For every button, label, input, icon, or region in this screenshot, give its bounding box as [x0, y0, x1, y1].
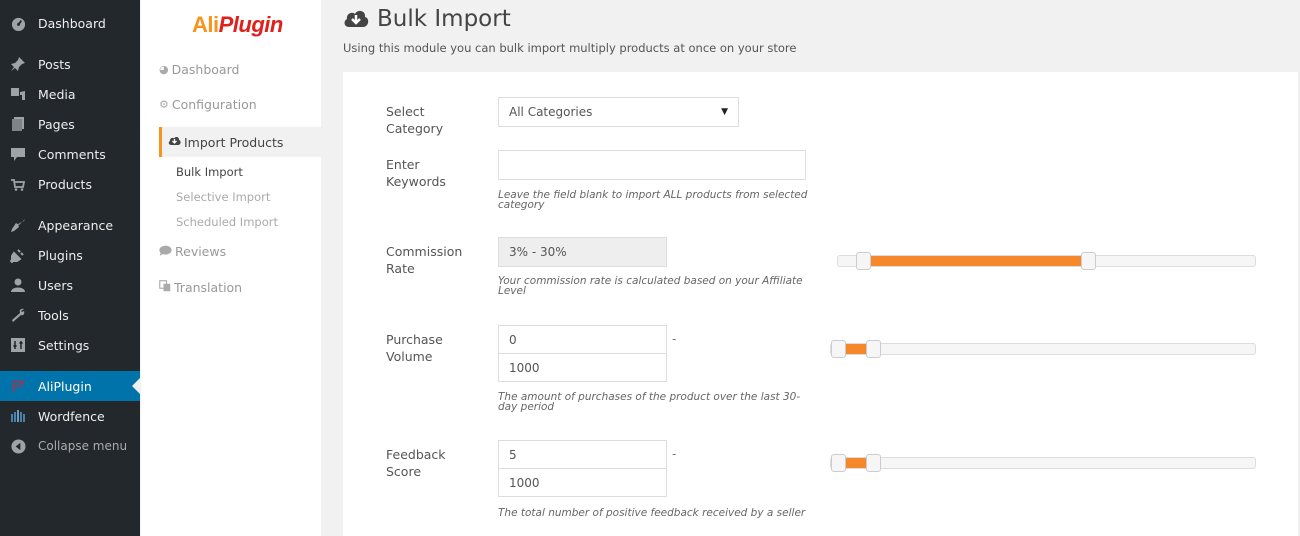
media-icon: [10, 86, 26, 102]
range-separator: -: [672, 447, 677, 461]
page-subtitle: Using this module you can bulk import mu…: [343, 41, 797, 55]
wp-menu-label: Wordfence: [38, 408, 105, 424]
slider-max-handle[interactable]: [1081, 252, 1097, 270]
wp-menu-aliplugin[interactable]: AliPlugin: [0, 371, 140, 401]
feedback-score-slider[interactable]: [830, 454, 1256, 472]
plugin-nav-configuration[interactable]: ⚙ Configuration: [159, 97, 257, 112]
wp-menu-users[interactable]: Users: [0, 270, 140, 300]
wp-menu-wordfence[interactable]: Wordfence: [0, 401, 140, 431]
plugin-nav-reviews[interactable]: Reviews: [159, 244, 226, 259]
wp-menu-media[interactable]: Media: [0, 79, 140, 109]
purchase-volume-min-input[interactable]: [498, 325, 667, 354]
purchase-volume-label: Purchase Volume: [386, 332, 443, 364]
slider-min-handle[interactable]: [831, 340, 846, 358]
cart-icon: [10, 176, 26, 192]
collapse-icon: [10, 438, 26, 454]
wp-menu-label: Plugins: [38, 247, 83, 263]
dashboard-icon: ◕: [159, 63, 169, 76]
slider-range: [863, 256, 1089, 266]
plug-icon: [10, 247, 26, 263]
wp-menu-comments[interactable]: Comments: [0, 139, 140, 169]
wp-menu-plugins[interactable]: Plugins: [0, 240, 140, 270]
wp-menu-label: Appearance: [38, 217, 114, 233]
aliplugin-logo: AliPlugin: [192, 12, 283, 37]
wp-menu-label: Settings: [38, 337, 90, 353]
wp-menu-label: Users: [38, 277, 74, 293]
translate-icon: [159, 280, 171, 295]
plugin-subnav-selective-import[interactable]: Selective Import: [176, 190, 270, 204]
pages-icon: [10, 116, 26, 132]
wp-menu-label: Products: [38, 176, 92, 192]
plugin-subnav-scheduled-import[interactable]: Scheduled Import: [176, 215, 278, 229]
plugin-nav: AliPlugin ◕ Dashboard ⚙ Configuration Im…: [141, 0, 321, 536]
commission-label: Commission Rate: [386, 244, 463, 276]
wp-collapse-menu[interactable]: Collapse menu: [0, 431, 140, 461]
slider-min-handle[interactable]: [831, 454, 846, 472]
dashboard-icon: [10, 15, 26, 31]
keywords-label: Enter Keywords: [386, 157, 446, 189]
category-select[interactable]: All Categories ▼: [498, 97, 739, 127]
wp-menu-label: Comments: [38, 146, 106, 162]
cloud-download-icon: [343, 8, 369, 30]
wp-menu-label: Dashboard: [38, 15, 106, 31]
feedback-score-help: The total number of positive feedback re…: [498, 507, 806, 519]
plugin-nav-dashboard[interactable]: ◕ Dashboard: [159, 62, 239, 77]
gear-icon: ⚙: [159, 98, 169, 111]
comment-icon: [10, 146, 26, 162]
wp-admin-sidebar: Dashboard Posts Media Pages Comments Pro…: [0, 0, 140, 536]
purchase-volume-help: The amount of purchases of the product o…: [498, 391, 801, 413]
wordfence-icon: [10, 408, 26, 424]
wp-menu-settings[interactable]: Settings: [0, 330, 140, 360]
slider-min-handle[interactable]: [856, 252, 872, 270]
feedback-score-label: Feedback Score: [386, 447, 446, 479]
wp-menu-label: Pages: [38, 116, 75, 132]
feedback-score-max-input[interactable]: [498, 468, 667, 497]
wp-menu-products[interactable]: Products: [0, 169, 140, 199]
aliplugin-icon: [10, 378, 26, 394]
wp-menu-appearance[interactable]: Appearance: [0, 210, 140, 240]
wp-menu-label: AliPlugin: [38, 378, 92, 394]
wrench-icon: [10, 307, 26, 323]
wp-menu-tools[interactable]: Tools: [0, 300, 140, 330]
wp-menu-label: Posts: [38, 56, 71, 72]
keywords-help: Leave the field blank to import ALL prod…: [498, 189, 808, 211]
chevron-down-icon: ▼: [721, 107, 728, 117]
comment-icon: [159, 245, 172, 259]
commission-help: Your commission rate is calculated based…: [498, 275, 803, 297]
wp-menu-label: Tools: [38, 307, 69, 323]
keywords-input[interactable]: [498, 150, 806, 180]
plugin-subnav-bulk-import[interactable]: Bulk Import: [176, 165, 243, 179]
page-title: Bulk Import: [343, 6, 511, 32]
wp-menu-dashboard[interactable]: Dashboard: [0, 8, 140, 38]
purchase-volume-max-input[interactable]: [498, 353, 667, 382]
feedback-score-min-input[interactable]: [498, 440, 667, 469]
settings-icon: [10, 337, 26, 353]
wp-menu-pages[interactable]: Pages: [0, 109, 140, 139]
pin-icon: [10, 56, 26, 72]
commission-rate-field: 3% - 30%: [498, 237, 667, 267]
plugin-nav-import-products[interactable]: Import Products: [159, 127, 321, 157]
category-label: Select Category: [386, 104, 444, 136]
commission-slider[interactable]: [837, 252, 1256, 270]
cloud-download-icon: [168, 135, 181, 149]
wp-menu-label: Collapse menu: [38, 439, 128, 453]
wp-menu-label: Media: [38, 86, 76, 102]
slider-max-handle[interactable]: [866, 340, 882, 358]
range-separator: -: [672, 332, 677, 346]
purchase-volume-slider[interactable]: [830, 340, 1256, 358]
wp-menu-posts[interactable]: Posts: [0, 49, 140, 79]
plugin-nav-translation[interactable]: Translation: [159, 280, 242, 295]
slider-max-handle[interactable]: [866, 454, 882, 472]
user-icon: [10, 277, 26, 293]
brush-icon: [10, 217, 26, 233]
